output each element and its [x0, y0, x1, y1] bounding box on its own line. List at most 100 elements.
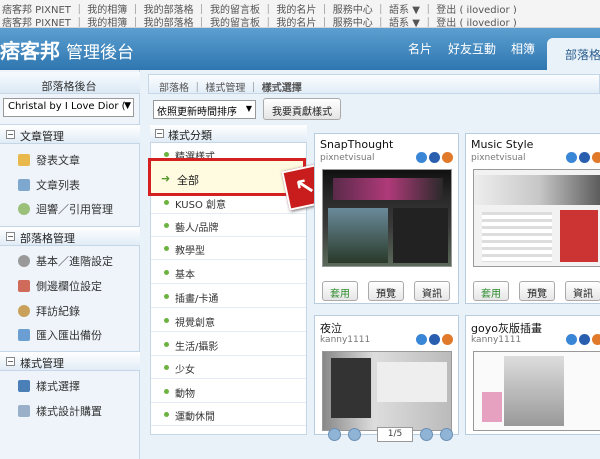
- section-title: 樣式管理: [20, 357, 64, 370]
- category-header[interactable]: − 樣式分類: [150, 125, 307, 143]
- theme-title[interactable]: SnapThought: [320, 138, 393, 151]
- category-item[interactable]: 動物: [151, 381, 306, 403]
- arrow-right-icon: ➜: [161, 172, 171, 185]
- contribute-style-button[interactable]: 我要貢獻樣式: [263, 98, 341, 120]
- theme-title[interactable]: Music Style: [471, 138, 533, 151]
- section-article[interactable]: − 文章管理: [0, 124, 140, 144]
- preview-button[interactable]: 預覽: [519, 281, 555, 301]
- category-label: 生活/攝影: [175, 342, 219, 353]
- bullet-icon: [164, 342, 169, 347]
- info-button[interactable]: 資訊: [565, 281, 600, 301]
- top-link-bar: 痞客邦 PIXNET ｜ 我的相簿 ｜ 我的部落格 ｜ 我的留言板 ｜ 我的名片…: [0, 0, 600, 28]
- sidebar-item-label: 文章列表: [36, 179, 80, 192]
- sidebar-item-label: 迴響／引用管理: [36, 203, 113, 216]
- section-blog[interactable]: − 部落格管理: [0, 226, 140, 246]
- ie-icon: [416, 334, 427, 345]
- theme-thumbnail[interactable]: [322, 351, 452, 431]
- sidebar-item-label: 側邊欄位設定: [36, 280, 102, 293]
- first-page-icon[interactable]: [328, 428, 341, 441]
- ie-icon: [566, 152, 577, 163]
- bullet-icon: [164, 365, 169, 370]
- category-item[interactable]: 教學型: [151, 238, 306, 260]
- collapse-icon: −: [155, 129, 164, 138]
- category-label: 動物: [175, 389, 195, 400]
- section-style[interactable]: − 樣式管理: [0, 351, 140, 371]
- ie7-icon: [579, 152, 590, 163]
- pixnet-logo[interactable]: 痞客邦: [0, 35, 60, 63]
- theme-card: goyo灰版插畫 kanny1111: [465, 315, 600, 435]
- breadcrumb: 部落格 ｜ 樣式管理 ｜ 樣式選擇: [148, 74, 600, 94]
- theme-title[interactable]: goyo灰版插畫: [471, 320, 542, 336]
- top-links-row[interactable]: 痞客邦 PIXNET ｜ 我的相簿 ｜ 我的部落格 ｜ 我的留言板 ｜ 我的名片…: [2, 1, 598, 14]
- bullet-icon: [164, 294, 169, 299]
- breadcrumb-item[interactable]: 部落格: [159, 83, 189, 94]
- info-button[interactable]: 資訊: [414, 281, 450, 301]
- category-label: 運動休閒: [175, 412, 215, 423]
- collapse-icon: −: [6, 232, 15, 241]
- pagination: 1/5: [150, 427, 600, 443]
- next-page-icon[interactable]: [420, 428, 433, 441]
- sidebar-item-style-design[interactable]: 樣式設計購置: [18, 403, 102, 421]
- sidebar-item-label: 樣式選擇: [36, 380, 80, 393]
- comment-icon: [18, 203, 30, 215]
- sidebar-item-post[interactable]: 發表文章: [18, 152, 80, 170]
- ie-icon: [416, 152, 427, 163]
- bullet-icon: [164, 246, 169, 251]
- layout-icon: [18, 280, 30, 292]
- breadcrumb-item[interactable]: 樣式管理: [205, 83, 245, 94]
- theme-author: kanny1111: [320, 335, 371, 345]
- category-item[interactable]: 運動休閒: [151, 404, 306, 426]
- sidebar-item-style-select[interactable]: 樣式選擇: [18, 378, 80, 396]
- theme-thumbnail[interactable]: [322, 169, 452, 267]
- category-item[interactable]: 視覺創意: [151, 310, 306, 332]
- preview-button[interactable]: 預覽: [368, 281, 404, 301]
- category-item[interactable]: 少女: [151, 357, 306, 379]
- theme-thumbnail[interactable]: [473, 169, 600, 267]
- nav-album[interactable]: 相簿: [511, 40, 535, 57]
- sidebar-item-list[interactable]: 文章列表: [18, 177, 80, 195]
- nav-blog-tab[interactable]: 部落格: [547, 38, 600, 70]
- blog-select-value: Christal by I Love Dior (: [8, 101, 126, 112]
- prev-page-icon[interactable]: [348, 428, 361, 441]
- browser-badges: [414, 334, 454, 346]
- browser-badges: [564, 152, 600, 164]
- nav-friends[interactable]: 好友互動: [448, 40, 496, 57]
- sidebar-item-visits[interactable]: 拜訪紀錄: [18, 303, 80, 321]
- theme-thumbnail[interactable]: [473, 351, 600, 431]
- top-links-row[interactable]: 痞客邦 PIXNET ｜ 我的相簿 ｜ 我的部落格 ｜ 我的留言板 ｜ 我的名片…: [2, 14, 598, 27]
- backup-icon: [18, 329, 30, 341]
- category-label: 基本: [175, 270, 195, 281]
- sort-select[interactable]: 依照更新時間排序 ▼: [153, 100, 256, 119]
- firefox-icon: [442, 152, 453, 163]
- sidebar-item-sidebar-settings[interactable]: 側邊欄位設定: [18, 278, 102, 296]
- page-indicator[interactable]: 1/5: [377, 427, 413, 442]
- category-item[interactable]: 基本: [151, 262, 306, 284]
- theme-card: Music Style pixnetvisual 套用 預覽 資訊: [465, 133, 600, 304]
- sidebar-item-settings[interactable]: 基本／進階設定: [18, 253, 113, 271]
- category-item[interactable]: 藝人/品牌: [151, 215, 306, 237]
- apply-button[interactable]: 套用: [322, 281, 358, 301]
- theme-actions: 套用 預覽 資訊: [322, 281, 457, 301]
- section-title: 文章管理: [20, 130, 64, 143]
- category-item[interactable]: 插畫/卡通: [151, 286, 306, 308]
- ie7-icon: [429, 334, 440, 345]
- ie7-icon: [429, 152, 440, 163]
- sidebar-item-backup[interactable]: 匯入匯出備份: [18, 327, 102, 345]
- ie7-icon: [579, 334, 590, 345]
- nav-card[interactable]: 名片: [408, 40, 432, 57]
- collapse-icon: −: [6, 130, 15, 139]
- theme-author: pixnetvisual: [471, 153, 526, 163]
- theme-actions: 套用 預覽 資訊: [473, 281, 600, 301]
- sidebar-item-comments[interactable]: 迴響／引用管理: [18, 201, 113, 219]
- firefox-icon: [442, 334, 453, 345]
- theme-title[interactable]: 夜泣: [320, 320, 342, 336]
- last-page-icon[interactable]: [440, 428, 453, 441]
- sidebar-item-label: 樣式設計購置: [36, 405, 102, 418]
- sidebar-item-label: 發表文章: [36, 154, 80, 167]
- bullet-icon: [164, 152, 169, 157]
- bullet-icon: [164, 389, 169, 394]
- blog-select[interactable]: Christal by I Love Dior ( ▼: [3, 98, 134, 117]
- sidebar-title: 部落格後台: [41, 80, 97, 93]
- category-item[interactable]: 生活/攝影: [151, 334, 306, 356]
- apply-button[interactable]: 套用: [473, 281, 509, 301]
